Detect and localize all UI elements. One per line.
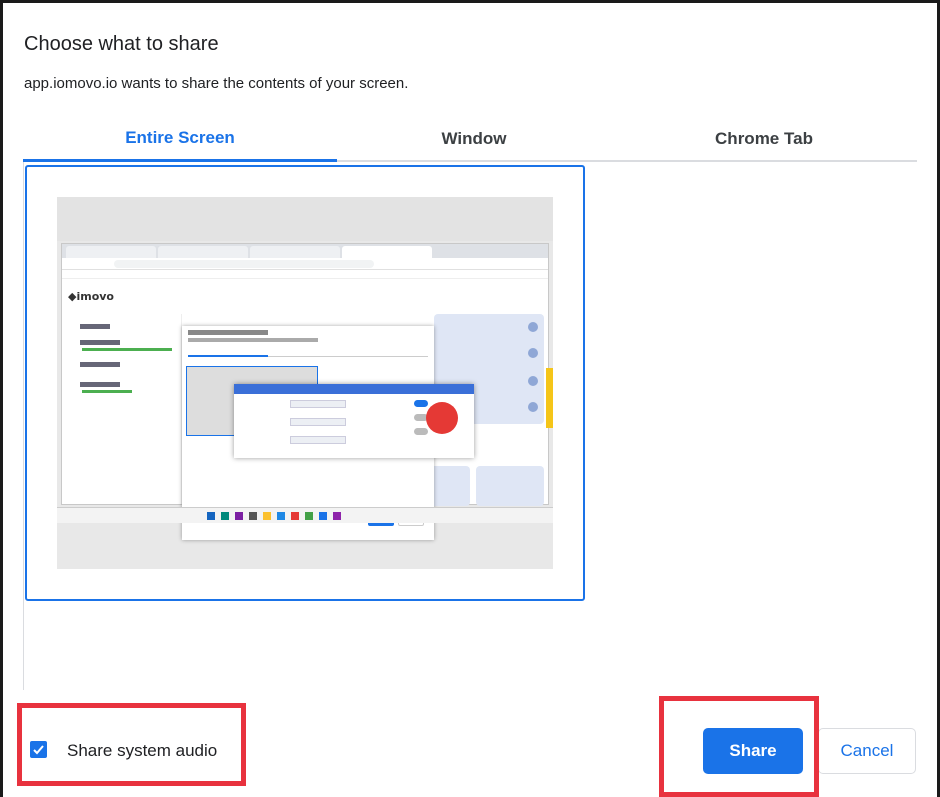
highlight-box-audio: [17, 703, 246, 786]
tab-chrome-tab[interactable]: Chrome Tab: [611, 116, 917, 162]
thumbnail-task-icon: [235, 512, 243, 520]
thumbnail-task-icon: [333, 512, 341, 520]
screen-thumbnail-image: ◆imovo: [57, 197, 553, 569]
thumbnail-feedback-tab: [546, 368, 553, 428]
thumbnail-recorder-field: [290, 418, 346, 426]
thumbnail-card: [476, 466, 544, 506]
thumbnail-tab: [158, 246, 248, 258]
thumbnail-task-icon: [319, 512, 327, 520]
tab-entire-screen[interactable]: Entire Screen: [23, 116, 337, 162]
thumbnail-tabs-bar: [62, 244, 548, 258]
thumbnail-dialog-subtitle: [188, 338, 318, 342]
thumbnail-dot: [528, 322, 538, 332]
thumbnail-task-icon: [305, 512, 313, 520]
thumbnail-task-icon: [249, 512, 257, 520]
thumbnail-tab: [342, 246, 432, 258]
cancel-button[interactable]: Cancel: [818, 728, 916, 774]
thumbnail-side-row: [66, 380, 176, 394]
thumbnail-recorder-toggle: [414, 400, 428, 407]
tab-window[interactable]: Window: [337, 116, 611, 162]
source-tabs: Entire Screen Window Chrome Tab: [23, 116, 917, 162]
thumbnail-progress: [82, 348, 172, 351]
thumbnail-side-row: [66, 320, 176, 334]
thumbnail-dialog-title: [188, 330, 268, 335]
thumbnail-bookmarks-bar: [62, 270, 548, 279]
thumbnail-record-button: [426, 402, 458, 434]
thumbnail-side-row: [66, 338, 176, 352]
thumbnail-dialog-active-tab: [188, 355, 268, 357]
thumbnail-recorder-toggle: [414, 428, 428, 435]
thumbnail-browser-window: ◆imovo: [61, 243, 553, 540]
dialog-title: Choose what to share: [24, 33, 219, 55]
thumbnail-tab: [250, 246, 340, 258]
screen-thumbnail-card[interactable]: ◆imovo: [25, 165, 585, 601]
thumbnail-progress: [82, 390, 132, 393]
thumbnail-dot: [528, 402, 538, 412]
thumbnail-dot: [528, 376, 538, 386]
thumbnail-taskbar: [57, 507, 553, 523]
thumbnail-url-box: [114, 260, 374, 268]
highlight-box-share: [659, 696, 819, 797]
thumbnail-top-area: [57, 197, 553, 241]
thumbnail-recorder-header: [234, 384, 474, 394]
thumbnail-task-icon: [207, 512, 215, 520]
thumbnail-recorder-field: [290, 436, 346, 444]
thumbnail-task-icon: [277, 512, 285, 520]
thumbnail-dot: [528, 348, 538, 358]
thumbnail-tab: [66, 246, 156, 258]
thumbnail-task-icon: [291, 512, 299, 520]
dialog-subtitle: app.iomovo.io wants to share the content…: [24, 75, 409, 92]
thumbnail-sidebar: [62, 314, 182, 504]
thumbnail-side-row: [66, 360, 176, 374]
thumbnail-task-icon: [263, 512, 271, 520]
thumbnail-logo: ◆imovo: [68, 290, 114, 303]
thumbnail-recorder-field: [290, 400, 346, 408]
thumbnail-task-icon: [221, 512, 229, 520]
thumbnail-recorder-panel: [234, 384, 474, 458]
thumbnail-address-bar: [62, 258, 548, 270]
